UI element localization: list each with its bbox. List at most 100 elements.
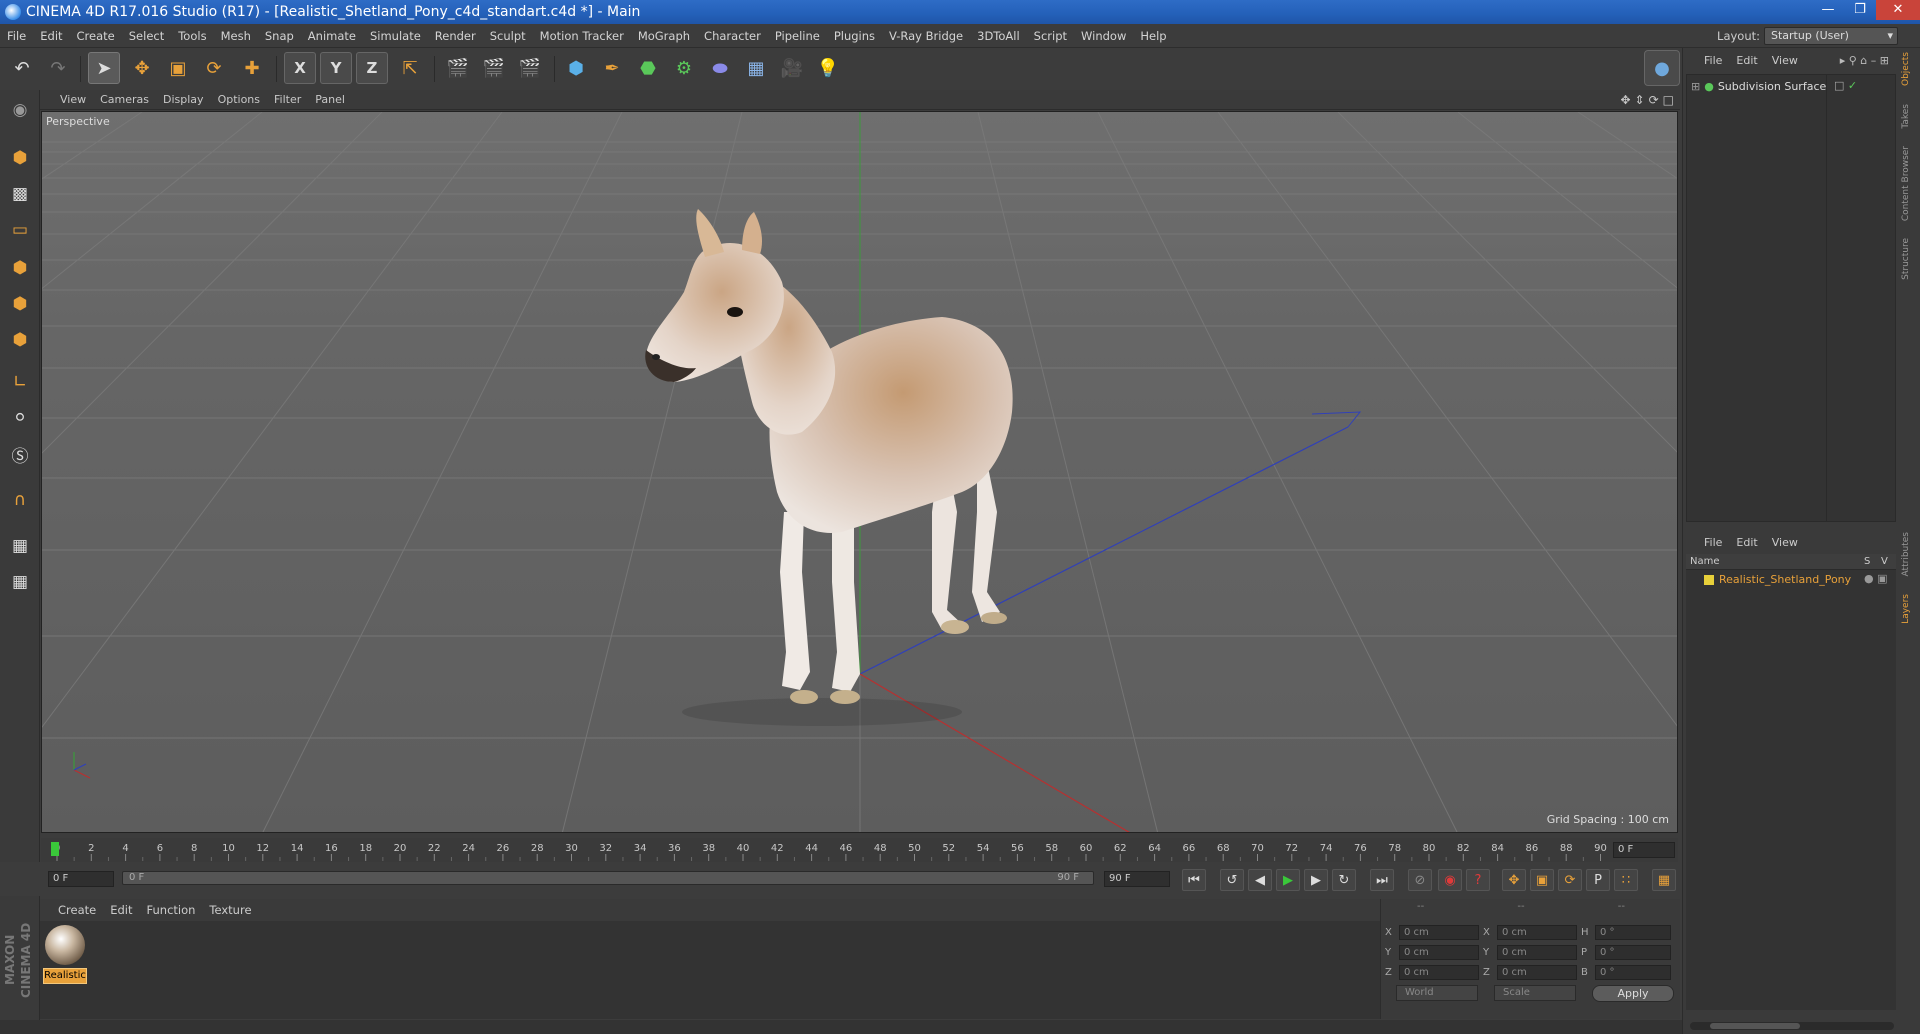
- viewport-menu-display[interactable]: Display: [156, 90, 211, 110]
- layer-menu-view[interactable]: View: [1765, 534, 1805, 552]
- add-light-button[interactable]: 💡: [812, 52, 844, 84]
- rot-b-field[interactable]: 0 °: [1595, 965, 1671, 980]
- menu-sculpt[interactable]: Sculpt: [483, 24, 533, 48]
- horizontal-scrollbar[interactable]: [1690, 1022, 1894, 1030]
- minimize-button[interactable]: —: [1812, 0, 1844, 20]
- coordinate-mode-select[interactable]: Scale: [1494, 985, 1576, 1001]
- menu-select[interactable]: Select: [122, 24, 171, 48]
- coordinate-system-button[interactable]: ⇱: [394, 52, 426, 84]
- coordinate-space-select[interactable]: World: [1396, 985, 1478, 1001]
- previous-key-button[interactable]: ↺: [1220, 869, 1244, 891]
- add-subdivision-surface-button[interactable]: ⬣: [632, 52, 664, 84]
- menu-simulate[interactable]: Simulate: [363, 24, 428, 48]
- size-z-field[interactable]: 0 cm: [1497, 965, 1577, 980]
- menu-edit[interactable]: Edit: [33, 24, 69, 48]
- add-cube-button[interactable]: ⬢: [560, 52, 592, 84]
- play-button[interactable]: ▶: [1276, 869, 1300, 891]
- size-x-field[interactable]: 0 cm: [1497, 925, 1577, 940]
- snap-button[interactable]: Ⓢ: [4, 438, 36, 470]
- menu-plugins[interactable]: Plugins: [827, 24, 882, 48]
- menu-snap[interactable]: Snap: [258, 24, 301, 48]
- rotate-tool-button[interactable]: ⟳: [198, 52, 230, 84]
- material-menu-edit[interactable]: Edit: [103, 899, 139, 921]
- pos-x-field[interactable]: 0 cm: [1399, 925, 1479, 940]
- render-settings-button[interactable]: 🎬: [514, 52, 546, 84]
- planar-workplane-button[interactable]: ▦: [4, 566, 36, 598]
- material-menu-texture[interactable]: Texture: [202, 899, 258, 921]
- model-mode-button[interactable]: ⬢: [4, 142, 36, 174]
- menu-animate[interactable]: Animate: [301, 24, 363, 48]
- layer-toggle-icons[interactable]: ● ▣: [1864, 572, 1888, 585]
- start-frame-field[interactable]: 0 F: [48, 871, 114, 887]
- material-menu-create[interactable]: Create: [40, 899, 103, 921]
- frame-range-slider[interactable]: 0 F 90 F: [122, 871, 1094, 885]
- layer-item[interactable]: Realistic_Shetland_Pony: [1704, 572, 1851, 588]
- object-manager-tool-icons[interactable]: ▸ ⚲ ⌂ – ⊞: [1833, 52, 1896, 70]
- add-array-button[interactable]: ⚙: [668, 52, 700, 84]
- material-swatch[interactable]: Realistic: [43, 923, 87, 984]
- points-mode-button[interactable]: ⬢: [4, 252, 36, 284]
- add-camera-button[interactable]: 🎥: [776, 52, 808, 84]
- size-y-field[interactable]: 0 cm: [1497, 945, 1577, 960]
- z-axis-lock-button[interactable]: Z: [356, 52, 388, 84]
- axis-mode-button[interactable]: ∟: [4, 366, 36, 398]
- rotation-key-button[interactable]: ⟳: [1558, 869, 1582, 891]
- scale-tool-button[interactable]: ▣: [162, 52, 194, 84]
- tab-content-browser[interactable]: Content Browser: [1901, 146, 1917, 221]
- viewport-menu-cameras[interactable]: Cameras: [93, 90, 156, 110]
- object-menu-file[interactable]: File: [1686, 52, 1729, 70]
- pos-z-field[interactable]: 0 cm: [1399, 965, 1479, 980]
- menu-3dtoall[interactable]: 3DToAll: [970, 24, 1027, 48]
- polygons-mode-button[interactable]: ⬢: [4, 324, 36, 356]
- tab-layers[interactable]: Layers: [1901, 594, 1917, 624]
- menu-character[interactable]: Character: [697, 24, 768, 48]
- keyframe-selection-button[interactable]: ?: [1466, 869, 1490, 891]
- menu-mesh[interactable]: Mesh: [214, 24, 258, 48]
- menu-render[interactable]: Render: [428, 24, 483, 48]
- viewport-navigation-icons[interactable]: ✥⇕⟳□: [1620, 90, 1678, 110]
- transform-tool-button[interactable]: ✚: [236, 52, 268, 84]
- maximize-button[interactable]: ❐: [1844, 0, 1876, 20]
- apply-button[interactable]: Apply: [1592, 985, 1674, 1002]
- rot-p-field[interactable]: 0 °: [1595, 945, 1671, 960]
- object-tree-item[interactable]: ⊞ ● Subdivision Surface: [1691, 79, 1826, 95]
- go-to-start-button[interactable]: ⏮: [1182, 869, 1206, 891]
- scale-key-button[interactable]: ▣: [1530, 869, 1554, 891]
- workplane-mode-button[interactable]: ▭: [4, 214, 36, 246]
- menu-motion-tracker[interactable]: Motion Tracker: [533, 24, 631, 48]
- close-button[interactable]: ✕: [1876, 0, 1920, 20]
- parameter-key-button[interactable]: P: [1586, 869, 1610, 891]
- layer-menu-file[interactable]: File: [1686, 534, 1729, 552]
- menu-file[interactable]: File: [0, 24, 33, 48]
- viewport-menu-view[interactable]: View: [40, 90, 93, 110]
- perspective-viewport[interactable]: Perspective Grid Spacing : 100 cm: [41, 111, 1678, 833]
- menu-window[interactable]: Window: [1074, 24, 1133, 48]
- menu-pipeline[interactable]: Pipeline: [768, 24, 827, 48]
- texture-mode-button[interactable]: ▩: [4, 178, 36, 210]
- menu-create[interactable]: Create: [70, 24, 122, 48]
- next-frame-button[interactable]: ▶: [1304, 869, 1328, 891]
- tweak-mode-button[interactable]: ⚪: [4, 402, 36, 434]
- viewport-menu-panel[interactable]: Panel: [308, 90, 352, 110]
- timeline-ruler[interactable]: 0246810121416182022242628303234363840424…: [41, 838, 1678, 862]
- object-menu-edit[interactable]: Edit: [1729, 52, 1764, 70]
- x-axis-lock-button[interactable]: X: [284, 52, 316, 84]
- go-to-end-button[interactable]: ⏭: [1370, 869, 1394, 891]
- menu-mograph[interactable]: MoGraph: [631, 24, 697, 48]
- previous-frame-button[interactable]: ◀: [1248, 869, 1272, 891]
- next-key-button[interactable]: ↻: [1332, 869, 1356, 891]
- edges-mode-button[interactable]: ⬢: [4, 288, 36, 320]
- position-key-button[interactable]: ✥: [1502, 869, 1526, 891]
- menu-tools[interactable]: Tools: [171, 24, 213, 48]
- layout-select[interactable]: Startup (User) ▾: [1764, 27, 1898, 45]
- tab-objects[interactable]: Objects: [1901, 52, 1917, 86]
- make-editable-button[interactable]: ◉: [4, 94, 36, 126]
- record-active-objects-button[interactable]: ⊘: [1408, 869, 1432, 891]
- render-view-button[interactable]: 🎬: [442, 52, 474, 84]
- add-deformer-button[interactable]: ⬬: [704, 52, 736, 84]
- enable-snap-button[interactable]: ∩: [4, 484, 36, 516]
- python-button[interactable]: ●: [1644, 50, 1680, 86]
- timeline-window-button[interactable]: ▦: [1652, 869, 1676, 891]
- add-spline-pen-button[interactable]: ✒: [596, 52, 628, 84]
- pos-y-field[interactable]: 0 cm: [1399, 945, 1479, 960]
